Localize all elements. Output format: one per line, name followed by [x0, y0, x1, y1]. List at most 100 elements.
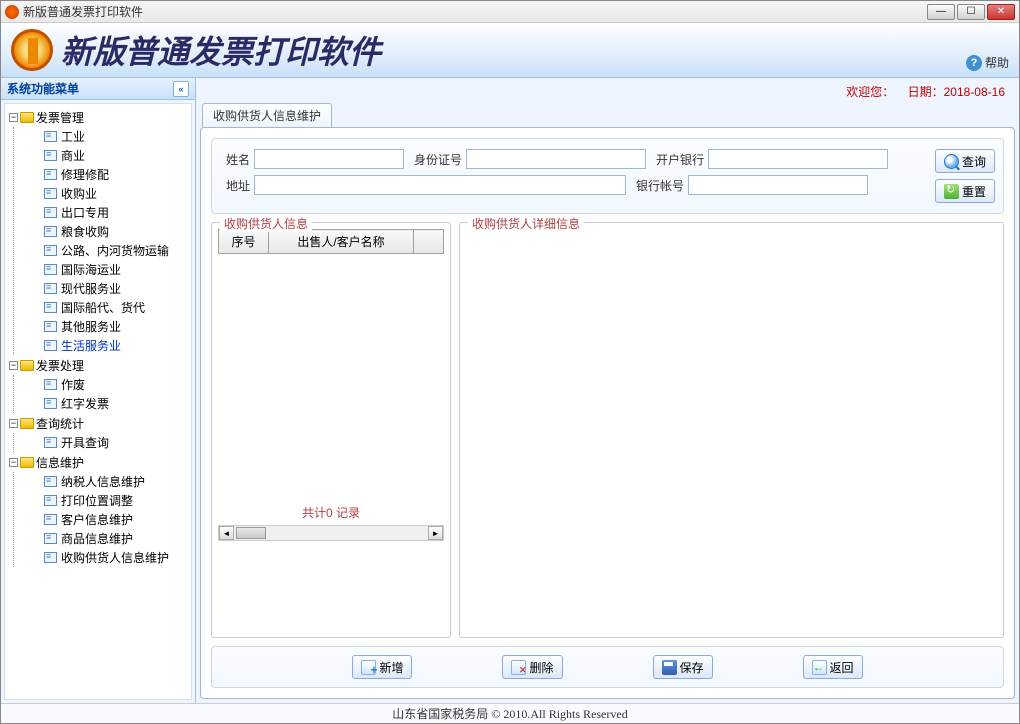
reset-icon: [944, 184, 959, 199]
help-label: 帮助: [985, 54, 1009, 71]
doc-icon: [44, 379, 57, 390]
horizontal-scrollbar[interactable]: ◄ ►: [218, 525, 444, 541]
nav-tree: −发票管理 工业 商业 修理修配 收购业 出口专用 粮食收购 公路、内河货物运输…: [4, 103, 192, 700]
tab-supplier-info[interactable]: 收购供货人信息维护: [202, 103, 332, 127]
folder-icon: [20, 360, 34, 371]
record-count: 共计0 记录: [218, 504, 444, 521]
tree-toggle-icon[interactable]: −: [9, 361, 18, 370]
close-button[interactable]: ✕: [987, 4, 1015, 20]
tree-item[interactable]: 作废: [14, 375, 189, 394]
account-input[interactable]: [688, 175, 868, 195]
help-icon: ?: [966, 55, 982, 71]
tree-item[interactable]: 红字发票: [14, 394, 189, 413]
status-bar: 欢迎您： 日期：2018-08-16: [198, 80, 1017, 103]
tree-folder-info-maintain[interactable]: −信息维护: [7, 453, 189, 472]
doc-icon: [44, 207, 57, 218]
search-panel: 姓名 身份证号 开户银行 地址 银行帐号: [211, 138, 1004, 214]
address-input[interactable]: [254, 175, 626, 195]
maximize-button[interactable]: ☐: [957, 4, 985, 20]
supplier-table: 序号 出售人/客户名称: [218, 229, 444, 254]
doc-icon: [44, 437, 57, 448]
tree-toggle-icon[interactable]: −: [9, 458, 18, 467]
folder-icon: [20, 112, 34, 123]
tree-item[interactable]: 粮食收购: [14, 222, 189, 241]
tree-item[interactable]: 收购业: [14, 184, 189, 203]
content-area: 欢迎您： 日期：2018-08-16 收购供货人信息维护 姓名 身份证号 开户银…: [196, 78, 1019, 703]
doc-icon: [44, 302, 57, 313]
col-seq[interactable]: 序号: [219, 230, 269, 254]
doc-icon: [44, 226, 57, 237]
back-button[interactable]: 返回: [803, 655, 863, 679]
action-button-bar: 新增 删除 保存 返回: [211, 646, 1004, 688]
save-button[interactable]: 保存: [653, 655, 713, 679]
doc-icon: [44, 283, 57, 294]
tree-item[interactable]: 打印位置调整: [14, 491, 189, 510]
tree-item[interactable]: 国际船代、货代: [14, 298, 189, 317]
idcard-label: 身份证号: [408, 151, 462, 168]
tree-folder-invoice-process[interactable]: −发票处理: [7, 356, 189, 375]
app-icon: [5, 5, 19, 19]
add-button[interactable]: 新增: [352, 655, 412, 679]
tree-item[interactable]: 商品信息维护: [14, 529, 189, 548]
tree-item[interactable]: 公路、内河货物运输: [14, 241, 189, 260]
welcome-label: 欢迎您：: [846, 85, 894, 99]
tree-toggle-icon[interactable]: −: [9, 419, 18, 428]
scroll-right-icon[interactable]: ►: [428, 526, 443, 540]
reset-button[interactable]: 重置: [935, 179, 995, 203]
app-banner: 新版普通发票打印软件 ? 帮助: [1, 23, 1019, 78]
supplier-detail-panel: 收购供货人详细信息: [459, 222, 1004, 638]
tree-item[interactable]: 纳税人信息维护: [14, 472, 189, 491]
delete-button[interactable]: 删除: [502, 655, 562, 679]
banner-title: 新版普通发票打印软件: [61, 27, 381, 73]
search-icon: [944, 154, 959, 169]
bank-input[interactable]: [708, 149, 888, 169]
tree-folder-invoice-manage[interactable]: −发票管理: [7, 108, 189, 127]
doc-icon: [44, 514, 57, 525]
tree-item[interactable]: 商业: [14, 146, 189, 165]
banner-logo-icon: [11, 29, 53, 71]
sidebar-title: 系统功能菜单: [7, 80, 173, 97]
help-link[interactable]: ? 帮助: [966, 54, 1009, 71]
tree-item[interactable]: 修理修配: [14, 165, 189, 184]
tree-item[interactable]: 其他服务业: [14, 317, 189, 336]
detail-panel-title: 收购供货人详细信息: [468, 215, 584, 232]
tree-toggle-icon[interactable]: −: [9, 113, 18, 122]
col-name[interactable]: 出售人/客户名称: [269, 230, 414, 254]
tree-item[interactable]: 开具查询: [14, 433, 189, 452]
doc-icon: [44, 264, 57, 275]
back-icon: [812, 660, 827, 675]
window-title: 新版普通发票打印软件: [23, 3, 927, 20]
doc-icon: [44, 495, 57, 506]
window-titlebar: 新版普通发票打印软件 — ☐ ✕: [1, 1, 1019, 23]
delete-icon: [511, 660, 526, 675]
tree-item[interactable]: 收购供货人信息维护: [14, 548, 189, 567]
scroll-left-icon[interactable]: ◄: [219, 526, 234, 540]
date-label: 日期：: [908, 85, 944, 99]
doc-icon: [44, 398, 57, 409]
list-panel-title: 收购供货人信息: [220, 215, 312, 232]
search-button[interactable]: 查询: [935, 149, 995, 173]
idcard-input[interactable]: [466, 149, 646, 169]
account-label: 银行帐号: [630, 177, 684, 194]
doc-icon: [44, 131, 57, 142]
footer: 山东省国家税务局 © 2010.All Rights Reserved: [1, 703, 1019, 723]
tree-item[interactable]: 现代服务业: [14, 279, 189, 298]
scroll-thumb[interactable]: [236, 527, 266, 539]
name-input[interactable]: [254, 149, 404, 169]
tree-item[interactable]: 出口专用: [14, 203, 189, 222]
name-label: 姓名: [220, 151, 250, 168]
sidebar-collapse-button[interactable]: «: [173, 81, 189, 97]
tree-item-selected[interactable]: 生活服务业: [14, 336, 189, 355]
sidebar-header: 系统功能菜单 «: [1, 78, 195, 100]
sidebar: 系统功能菜单 « −发票管理 工业 商业 修理修配 收购业 出口专用 粮食收购 …: [1, 78, 196, 703]
minimize-button[interactable]: —: [927, 4, 955, 20]
doc-icon: [44, 245, 57, 256]
col-extra[interactable]: [414, 230, 444, 254]
doc-icon: [44, 476, 57, 487]
tree-folder-query-stats[interactable]: −查询统计: [7, 414, 189, 433]
work-pane: 姓名 身份证号 开户银行 地址 银行帐号: [200, 127, 1015, 699]
tree-item[interactable]: 国际海运业: [14, 260, 189, 279]
bank-label: 开户银行: [650, 151, 704, 168]
tree-item[interactable]: 工业: [14, 127, 189, 146]
tree-item[interactable]: 客户信息维护: [14, 510, 189, 529]
